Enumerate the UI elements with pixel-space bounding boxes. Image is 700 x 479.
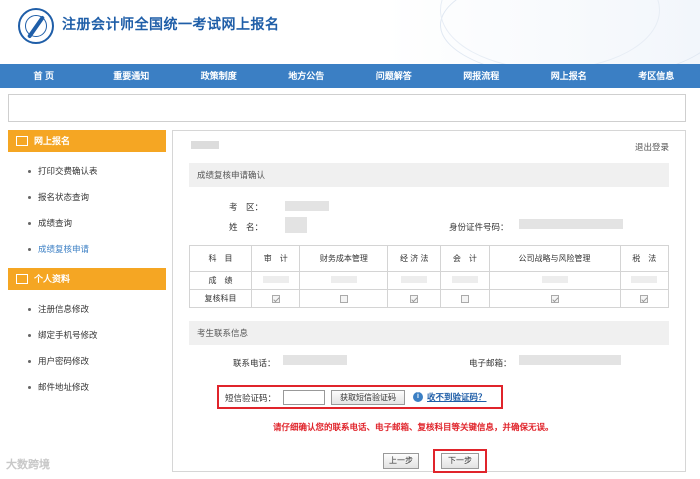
- exam-area-value-redacted: [285, 201, 329, 211]
- score-cell-redacted: [299, 271, 389, 290]
- nav-item-home[interactable]: 首 页: [0, 64, 88, 88]
- review-checkbox-law[interactable]: [410, 294, 419, 303]
- row-label-review: 复核科目: [189, 289, 252, 308]
- email-label: 电子邮箱：: [469, 358, 512, 368]
- score-cell-redacted: [440, 271, 490, 290]
- sidebar-item-edit-info[interactable]: 注册信息修改: [8, 296, 166, 322]
- prev-step-button[interactable]: 上一步: [383, 453, 419, 469]
- score-table: 科 目 审 计 财务成本管理 经 济 法 会 计 公司战略与风险管理 税 法 成…: [189, 245, 670, 308]
- main-panel: 退出登录 成绩复核申请确认 考 区： 姓 名： 身份证件号码： 科 目 审 计 …: [172, 130, 686, 473]
- score-cell-redacted: [619, 271, 670, 290]
- sidebar-item-score-review[interactable]: 成绩复核申请: [8, 236, 166, 262]
- next-step-button[interactable]: 下一步: [441, 453, 479, 469]
- next-step-highlight: 下一步: [433, 449, 487, 473]
- site-header: 注册会计师全国统一考试网上报名: [0, 0, 700, 64]
- sidebar-item-status[interactable]: 报名状态查询: [8, 184, 166, 210]
- main-nav: 首 页 重要通知 政策制度 地方公告 问题解答 网报流程 网上报名 考区信息: [0, 64, 700, 88]
- table-header: 会 计: [440, 245, 490, 272]
- sidebar-item-edit-email[interactable]: 邮件地址修改: [8, 374, 166, 400]
- sidebar-item-edit-phone[interactable]: 绑定手机号修改: [8, 322, 166, 348]
- nav-item-local[interactable]: 地方公告: [263, 64, 351, 88]
- row-label-score: 成 绩: [189, 271, 252, 290]
- sidebar-section-label: 个人资料: [34, 274, 71, 284]
- phone-label: 联系电话：: [233, 358, 276, 368]
- table-header: 科 目: [189, 245, 252, 272]
- table-header: 财务成本管理: [299, 245, 389, 272]
- nav-item-policy[interactable]: 政策制度: [175, 64, 263, 88]
- sidebar-section-online-registration: 网上报名: [8, 130, 166, 152]
- section-title-contact: 考生联系信息: [189, 321, 669, 345]
- sidebar-item-edit-password[interactable]: 用户密码修改: [8, 348, 166, 374]
- score-cell-redacted: [488, 271, 621, 290]
- nav-item-area[interactable]: 考区信息: [613, 64, 700, 88]
- site-title: 注册会计师全国统一考试网上报名: [62, 16, 280, 32]
- score-cell-redacted: [387, 271, 442, 290]
- site-logo-icon[interactable]: [18, 8, 54, 44]
- table-header: 公司战略与风险管理: [488, 245, 621, 272]
- get-sms-code-button[interactable]: 获取短信验证码: [331, 390, 405, 405]
- nav-item-process[interactable]: 网报流程: [438, 64, 526, 88]
- review-checkbox-accounting[interactable]: [460, 294, 469, 303]
- nav-item-register[interactable]: 网上报名: [525, 64, 613, 88]
- sidebar: 网上报名 打印交费确认表 报名状态查询 成绩查询 成绩复核申请 个人资料 注册信…: [8, 130, 166, 406]
- table-header: 经 济 法: [387, 245, 442, 272]
- name-label: 姓 名：: [229, 222, 264, 232]
- watermark: 大数跨境: [6, 459, 50, 471]
- username-redacted: [191, 141, 219, 149]
- profile-card-icon: [16, 274, 28, 284]
- sidebar-section-label: 网上报名: [34, 136, 71, 146]
- nav-item-notices[interactable]: 重要通知: [88, 64, 176, 88]
- review-checkbox-tax[interactable]: [640, 294, 649, 303]
- email-value-redacted: [519, 355, 621, 365]
- sidebar-section-personal: 个人资料: [8, 268, 166, 290]
- score-cell-redacted: [250, 271, 301, 290]
- sms-code-label: 短信验证码：: [225, 393, 277, 403]
- no-code-help-link[interactable]: 收不到验证码？: [427, 391, 487, 403]
- confirm-warning: 请仔细确认您的联系电话、电子邮箱、复核科目等关键信息，并确保无误。: [273, 422, 554, 432]
- id-number-value-redacted: [519, 219, 623, 229]
- notice-bar: [8, 94, 686, 122]
- sidebar-item-print-fee[interactable]: 打印交费确认表: [8, 158, 166, 184]
- phone-value-redacted: [283, 355, 347, 365]
- exam-area-label: 考 区：: [229, 202, 264, 212]
- sms-code-input[interactable]: [283, 390, 325, 405]
- name-value-redacted: [285, 217, 307, 233]
- review-checkbox-strategy[interactable]: [550, 294, 559, 303]
- monitor-icon: [16, 136, 28, 146]
- table-header: 审 计: [250, 245, 301, 272]
- section-title-review: 成绩复核申请确认: [189, 163, 669, 187]
- nav-item-faq[interactable]: 问题解答: [350, 64, 438, 88]
- table-header: 税 法: [619, 245, 670, 272]
- logout-link[interactable]: 退出登录: [635, 141, 669, 153]
- review-checkbox-finance[interactable]: [339, 294, 348, 303]
- id-number-label: 身份证件号码：: [449, 222, 509, 232]
- sms-verification-highlight: 短信验证码： 获取短信验证码 i 收不到验证码？: [217, 385, 503, 409]
- sidebar-item-score-query[interactable]: 成绩查询: [8, 210, 166, 236]
- info-icon: i: [413, 392, 423, 402]
- review-checkbox-audit[interactable]: [271, 294, 280, 303]
